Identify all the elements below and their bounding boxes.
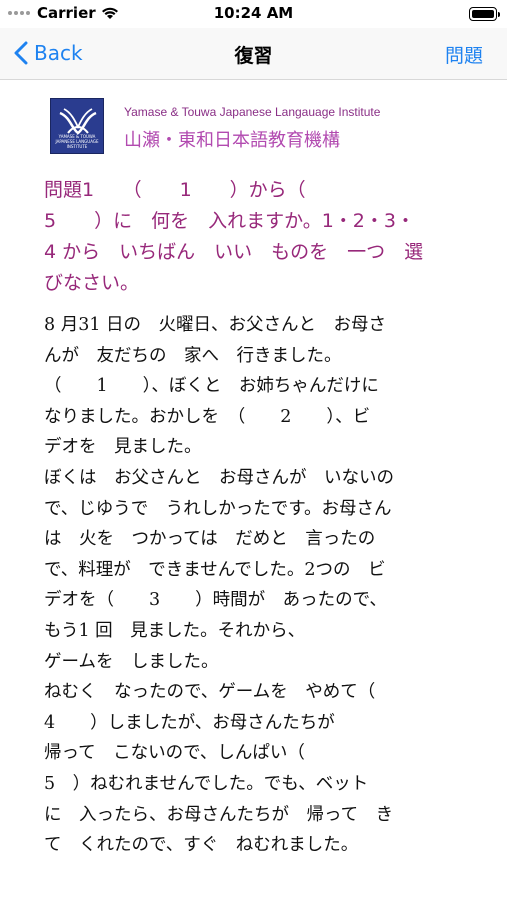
- passage-line: で、じゆうで うれしかったです。お母さん: [44, 498, 392, 519]
- passage-line: んが 友だちの 家へ 行きました。: [44, 345, 342, 366]
- passage-line: 4 ）しましたが、お母さんたちが: [44, 712, 335, 733]
- question-line: 問題1 （ 1 ）から（: [44, 179, 306, 201]
- passage-line: 5 ）ねむれませんでした。でも、ベット: [44, 773, 369, 794]
- passage-line: デオを 見ました。: [44, 437, 202, 458]
- institute-name-en: Yamase & Touwa Japanese Langauage Instit…: [124, 105, 381, 119]
- status-time: 10:24 AM: [213, 4, 294, 22]
- institute-name-jp: 山瀬・東和日本語教育機構: [124, 130, 340, 151]
- passage-line: ぼくは お父さんと お母さんが いないの: [44, 467, 394, 488]
- institute-logo: YAMASE & TOUWA JAPANESE LANGUAGE INSTITU…: [50, 98, 104, 154]
- passage-line: もう1 回 見ました。それから、: [44, 620, 306, 641]
- question-line: 4 から いちばん いい ものを 一つ 選: [44, 241, 424, 263]
- page-title: 復習: [234, 45, 273, 67]
- navigation-bar: Back 復習 問題: [0, 28, 507, 80]
- passage-line: て くれたので、すぐ ねむれました。: [44, 835, 359, 856]
- passage-line: デオを（ 3 ）時間が あったので、: [44, 590, 387, 611]
- passage-line: ゲームを しました。: [44, 651, 219, 672]
- passage-line: に 入ったら、お母さんたちが 帰って き: [44, 804, 394, 825]
- question-line: びなさい。: [44, 272, 140, 294]
- battery-icon: [469, 7, 500, 21]
- passage-line: （ 1 ）、ぼくと お姉ちゃんだけに: [44, 376, 379, 397]
- passage-line: 帰って こないので、しんぱい（: [44, 743, 305, 764]
- passage-line: なりました。おかしを （ 2 ）、ビ: [44, 406, 371, 427]
- question-instruction: 問題1 （ 1 ）から（ 5 ）に 何を 入れますか。1・2・3・ 4 から い…: [44, 175, 469, 299]
- question-line: 5 ）に 何を 入れますか。1・2・3・: [44, 210, 415, 232]
- passage-line: は 火を つかっては だめと 言ったの: [44, 529, 376, 550]
- logo-caption: YAMASE & TOUWA JAPANESE LANGUAGE INSTITU…: [55, 134, 99, 149]
- status-bar: Carrier 10:24 AM: [0, 0, 507, 28]
- question-button[interactable]: 問題: [445, 41, 483, 68]
- passage-line: で、料理が できませんでした。2つの ビ: [44, 559, 386, 580]
- reading-passage: 8 月31 日の 火曜日、お父さんと お母さ んが 友だちの 家へ 行きました。…: [44, 310, 474, 861]
- passage-line: ねむく なったので、ゲームを やめて（: [44, 682, 376, 703]
- passage-line: 8 月31 日の 火曜日、お父さんと お母さ: [44, 315, 387, 335]
